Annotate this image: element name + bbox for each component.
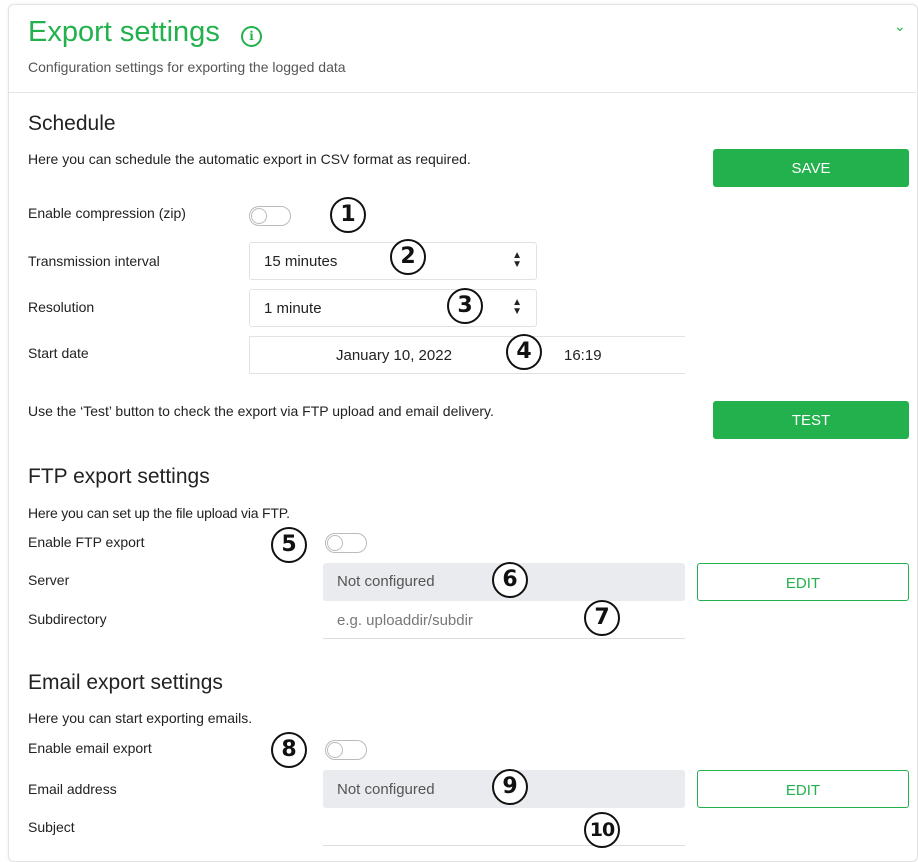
ftp-heading: FTP export settings [28, 465, 210, 488]
select-arrows-icon: ▲ ▼ [512, 250, 522, 270]
start-date-value: January 10, 2022 [336, 347, 452, 364]
ftp-edit-button[interactable]: EDIT [697, 563, 909, 601]
callout-4: 4 [506, 334, 542, 370]
email-heading: Email export settings [28, 671, 223, 694]
header-divider [8, 92, 916, 93]
interval-value: 15 minutes [264, 253, 338, 270]
email-address-value: Not configured [337, 781, 435, 798]
chevron-down-icon[interactable]: ⌄ [894, 18, 906, 35]
test-description: Use the ‘Test’ button to check the expor… [28, 403, 494, 419]
email-edit-button[interactable]: EDIT [697, 770, 909, 808]
callout-5: 5 [271, 527, 307, 563]
start-date-label: Start date [28, 345, 89, 361]
email-subject-label: Subject [28, 819, 75, 835]
compression-toggle[interactable] [249, 206, 291, 226]
email-description: Here you can start exporting emails. [28, 710, 253, 726]
ftp-subdirectory-placeholder: e.g. uploaddir/subdir [337, 612, 473, 629]
compression-label: Enable compression (zip) [28, 205, 186, 221]
save-button[interactable]: SAVE [713, 149, 909, 187]
test-button[interactable]: TEST [713, 401, 909, 439]
ftp-description: Here you can set up the file upload via … [28, 505, 290, 521]
toggle-knob [327, 742, 343, 758]
callout-9: 9 [492, 769, 528, 805]
ftp-server-label: Server [28, 572, 70, 588]
callout-3: 3 [447, 288, 483, 324]
info-icon[interactable]: i [241, 26, 262, 47]
email-address-label: Email address [28, 781, 117, 797]
start-date-input[interactable]: January 10, 2022 16:19 [249, 336, 685, 374]
callout-2: 2 [390, 239, 426, 275]
ftp-enable-toggle[interactable] [325, 533, 367, 553]
ftp-server-value: Not configured [337, 573, 435, 590]
select-arrows-icon: ▲ ▼ [512, 297, 522, 317]
ftp-subdirectory-input[interactable]: e.g. uploaddir/subdir [323, 601, 685, 639]
interval-label: Transmission interval [28, 253, 160, 269]
callout-1: 1 [330, 197, 366, 233]
schedule-description: Here you can schedule the automatic expo… [28, 151, 471, 167]
callout-6: 6 [492, 562, 528, 598]
resolution-value: 1 minute [264, 300, 322, 317]
start-time-value: 16:19 [564, 347, 602, 364]
toggle-knob [251, 208, 267, 224]
page-title: Export settings [28, 16, 220, 48]
email-enable-toggle[interactable] [325, 740, 367, 760]
ftp-subdirectory-label: Subdirectory [28, 611, 107, 627]
email-subject-input[interactable] [323, 808, 685, 846]
ftp-enable-label: Enable FTP export [28, 534, 145, 550]
toggle-knob [327, 535, 343, 551]
page-subtitle: Configuration settings for exporting the… [28, 59, 346, 75]
schedule-heading: Schedule [28, 112, 116, 135]
resolution-label: Resolution [28, 299, 95, 315]
callout-8: 8 [271, 732, 307, 768]
callout-10: 10 [584, 812, 620, 848]
email-enable-label: Enable email export [28, 740, 152, 756]
callout-7: 7 [584, 600, 620, 636]
resolution-select[interactable]: 1 minute ▲ ▼ [249, 289, 537, 327]
